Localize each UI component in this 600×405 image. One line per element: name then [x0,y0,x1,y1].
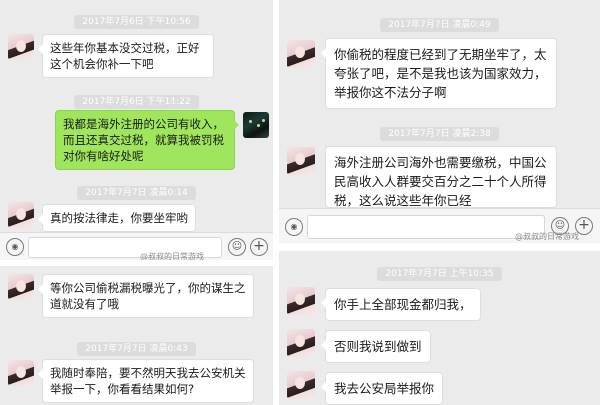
timestamp: 2017年7月7日 凌晨0:43 [0,336,273,356]
watermark: @叔叔的日常游戏 [140,252,204,260]
timestamp: 2017年7月6日 下午10:56 [0,9,273,29]
input-bar: ◉ ☺ + [0,232,273,260]
contact-avatar[interactable] [287,147,315,175]
message-bubble-self: 我都是海外注册的公司有收入，而且还真交过税，就算我被罚税对你有啥好处呢 [55,110,239,170]
contact-avatar[interactable] [287,287,315,315]
contact-avatar[interactable] [287,371,315,399]
timestamp: 2017年7月7日 凌晨0:49 [279,12,600,32]
message-bubble: 这些年你基本没交过税，正好这个机会你补一下吧 [38,34,214,78]
timestamp: 2017年7月7日 上午10:35 [279,261,600,281]
contact-avatar[interactable] [8,274,34,300]
message-bubble: 等你公司偷税漏税曝光了，你的谋生之道就没有了哦 [38,274,254,318]
voice-icon[interactable]: ◉ [285,218,303,236]
contact-avatar[interactable] [8,360,34,386]
chat-panel-3: 等你公司偷税漏税曝光了，你的谋生之道就没有了哦 2017年7月7日 凌晨0:43… [0,266,273,405]
message-bubble: 你偷税的程度已经到了无期坐牢了，太夸张了吧，是不是我也该为国家效力，举报你这不法… [321,38,557,109]
timestamp: 2017年7月6日 下午11:22 [0,89,273,109]
chat-panel-1: 2017年7月6日 下午10:56 这些年你基本没交过税，正好这个机会你补一下吧… [0,0,273,260]
contact-avatar[interactable] [287,329,315,357]
message-bubble: 你手上全部现金都归我， [321,288,481,321]
voice-icon[interactable]: ◉ [6,238,24,256]
message-input[interactable] [307,215,545,239]
message-bubble: 我随时奉陪，要不然明天我去公安机关举报一下，你看看结果如何? [38,359,254,403]
chat-panel-2: 2017年7月7日 凌晨0:49 你偷税的程度已经到了无期坐牢了，太夸张了吧，是… [279,0,600,243]
timestamp: 2017年7月7日 凌晨0:14 [0,180,273,200]
contact-avatar[interactable] [8,34,34,60]
contact-avatar[interactable] [8,202,34,228]
message-bubble: 我去公安局举报你 [320,372,444,405]
chat-panel-4: 2017年7月7日 上午10:35 你手上全部现金都归我， 否则我说到做到 我去… [279,251,600,405]
self-avatar[interactable] [243,112,269,138]
plus-icon[interactable]: + [250,238,268,256]
emoji-icon[interactable]: ☺ [228,238,246,256]
watermark: @叔叔的日常游戏 [515,232,579,241]
timestamp: 2017年7月7日 凌晨2:38 [279,121,600,141]
contact-avatar[interactable] [287,40,315,68]
message-bubble: 海外注册公司海外也需要缴税，中国公民高收入人群要交百分之二十个人所得税，这么说这… [325,146,557,208]
message-bubble: 真的按法律走，你要坐牢哟 [38,204,196,232]
message-bubble: 否则我说到做到 [321,330,431,363]
